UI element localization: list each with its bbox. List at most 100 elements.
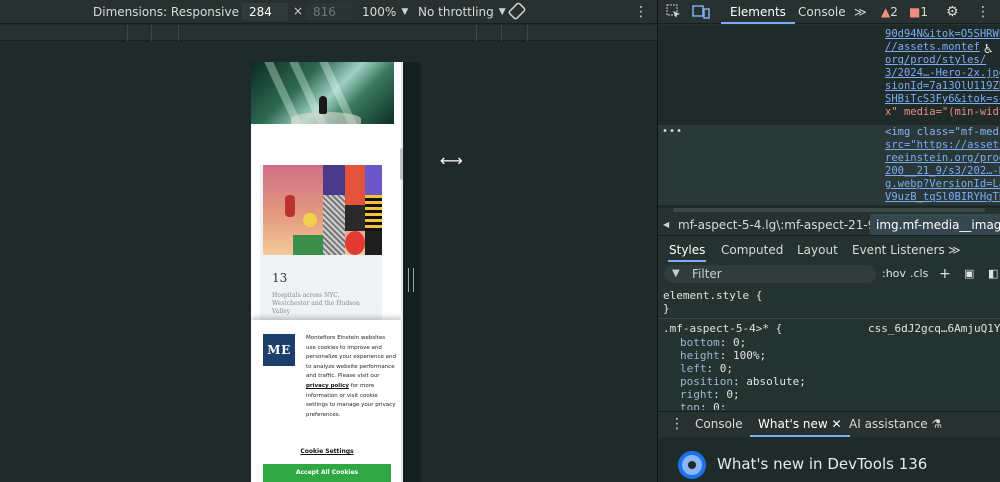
source-line[interactable]: src="https://assets [885,139,1000,152]
art-block [323,195,345,255]
zoom-dropdown[interactable]: 100% ▼ [362,5,408,19]
breadcrumb-item-selected[interactable]: img.mf-media__image [870,214,1000,235]
throttling-label: No throttling [418,5,494,19]
throttling-dropdown[interactable]: No throttling ▼ [418,5,506,19]
width-input[interactable]: 284 [242,3,288,21]
drawer-tab-whats-new[interactable]: What's new ✕ [750,412,850,437]
climber-figure [285,195,295,217]
art-block [365,165,382,195]
css-property[interactable]: height: 100%; [680,349,766,362]
settings-gear-icon[interactable]: ⚙ [946,0,959,24]
inspect-element-icon[interactable] [666,4,682,23]
more-options-icon[interactable]: ⋮ [634,4,648,20]
source-line[interactable]: SHBiTcS3Fy6&itok=sc [885,93,1000,106]
element-style-close: } [663,302,670,315]
height-input[interactable]: 816 [306,3,352,21]
more-options-icon[interactable]: ⋮ [976,0,990,24]
ruler-segment[interactable] [152,25,179,41]
rule-source-link[interactable]: css_6dJ2gcq…6AmjuQ1Y:2 [868,322,1000,335]
css-property[interactable]: right: 0; [680,388,740,401]
property-name: right [680,388,714,401]
road [291,112,361,124]
art-block [365,231,382,255]
element-style-selector[interactable]: element.style { [663,289,762,302]
hover-state-toggle[interactable]: :hov [882,265,906,283]
zoom-label: 100% [362,5,397,19]
property-value: 0; [733,336,747,349]
devtools-panel: Elements Console ≫ ▲2 ■1 ⚙ ⋮ ••• ♿ 90d94… [657,0,1000,482]
css-property[interactable]: bottom: 0; [680,336,746,349]
rule-selector[interactable]: .mf-aspect-5-4>* { [663,322,782,335]
sidebar-toggle-icon[interactable]: ◧ [988,265,998,283]
tab-styles[interactable]: Styles [668,238,707,262]
node-ellipsis-icon[interactable]: ••• [662,125,683,138]
source-line[interactable]: org/prod/styles/ [885,54,986,67]
source-line[interactable]: 3/2024…-Hero-2x.jpg [885,67,1000,80]
add-rule-icon[interactable]: + [939,265,951,283]
whats-new-label: What's new [758,417,828,431]
source-line[interactable]: sionId=7a13OlU119Zb [885,80,1000,93]
property-name: height [680,349,720,362]
paint-icon[interactable]: ▣ [964,265,974,283]
source-scrollbar[interactable] [673,208,985,212]
chrome-logo-icon [678,451,706,479]
device-toggle-icon[interactable] [692,4,710,23]
styles-pane[interactable]: element.style { } .mf-aspect-5-4>* { css… [658,286,1000,410]
property-value: 0; [719,362,733,375]
cyclist-figure [319,96,327,114]
error-icon: ■ [909,5,921,19]
art-block [303,213,317,227]
source-line[interactable]: V9uzB_tqSl0BIRYHgTP [885,191,1000,204]
source-line[interactable]: g.webp?VersionId=La [885,178,1000,191]
source-line[interactable]: <img class="mf-medi [885,126,1000,139]
whats-new-title: What's new in DevTools 136 [717,455,928,473]
tab-elements[interactable]: Elements [721,0,795,24]
ruler-segment[interactable] [179,25,477,41]
times-separator: × [293,4,304,18]
ruler-segment[interactable] [0,25,128,41]
errors-badge[interactable]: ■1 [909,0,928,24]
media-query-ruler [0,25,657,41]
dimensions-dropdown[interactable]: Dimensions: Responsive ▼ [93,5,251,19]
styles-filter-input[interactable]: Filter [664,265,876,283]
elements-source-panel[interactable]: ••• ♿ 90d94N&itok=O5SHRWL //assets.monte… [658,25,1000,208]
more-tabs-icon[interactable]: ≫ [854,0,867,24]
privacy-policy-link[interactable]: privacy policy [306,383,349,389]
tab-layout[interactable]: Layout [797,238,838,262]
cookie-text-before: Montefiore Einstein websites use cookies… [306,335,396,380]
tab-event-listeners[interactable]: Event Listeners [852,238,945,262]
breadcrumb-item[interactable]: mf-aspect-5-4.lg\:mf-aspect-21-9 [678,214,875,235]
caret-down-icon: ▼ [401,7,409,17]
more-tabs-icon[interactable]: ≫ [948,238,961,262]
ruler-segment[interactable] [477,25,502,41]
close-icon[interactable]: ✕ [832,417,842,431]
source-line[interactable]: 200__21_9/s3/202…-H [885,165,1000,178]
source-line[interactable]: 90d94N&itok=O5SHRWL [885,28,1000,41]
property-value: absolute; [746,375,806,388]
cookie-settings-link[interactable]: Cookie Settings [251,448,403,455]
warnings-badge[interactable]: ▲2 [881,0,898,24]
ai-assistance-label: AI assistance [849,417,928,431]
drawer-menu-icon[interactable]: ⋮ [670,412,684,437]
warning-icon: ▲ [881,5,891,19]
breadcrumb-scroll-left-icon[interactable]: ◀ [663,214,669,235]
drawer-tab-console[interactable]: Console [695,412,743,437]
css-property[interactable]: top: 0; [680,401,726,410]
css-property[interactable]: left: 0; [680,362,733,375]
ruler-segment[interactable] [502,25,528,41]
illustration-image [263,165,382,255]
accept-all-cookies-button[interactable]: Accept All Cookies [263,464,391,482]
rotate-icon[interactable] [508,2,526,20]
source-line[interactable]: //assets.montef [885,41,980,54]
resize-handle[interactable] [408,268,414,292]
source-line[interactable]: reeinstein.org/prod [885,152,1000,165]
breadcrumb: ◀ mf-aspect-5-4.lg\:mf-aspect-21-9 img.m… [658,214,1000,236]
stat-card[interactable]: 13 Hospitals across NYC, Westchester and… [260,165,382,325]
art-block [293,235,323,255]
tab-console[interactable]: Console [798,0,846,24]
css-property[interactable]: position: absolute; [680,375,806,388]
ruler-segment[interactable] [128,25,152,41]
class-toggle[interactable]: .cls [910,265,928,283]
drawer-tab-ai-assistance[interactable]: AI assistance ⚗ [849,412,942,437]
tab-computed[interactable]: Computed [721,238,783,262]
